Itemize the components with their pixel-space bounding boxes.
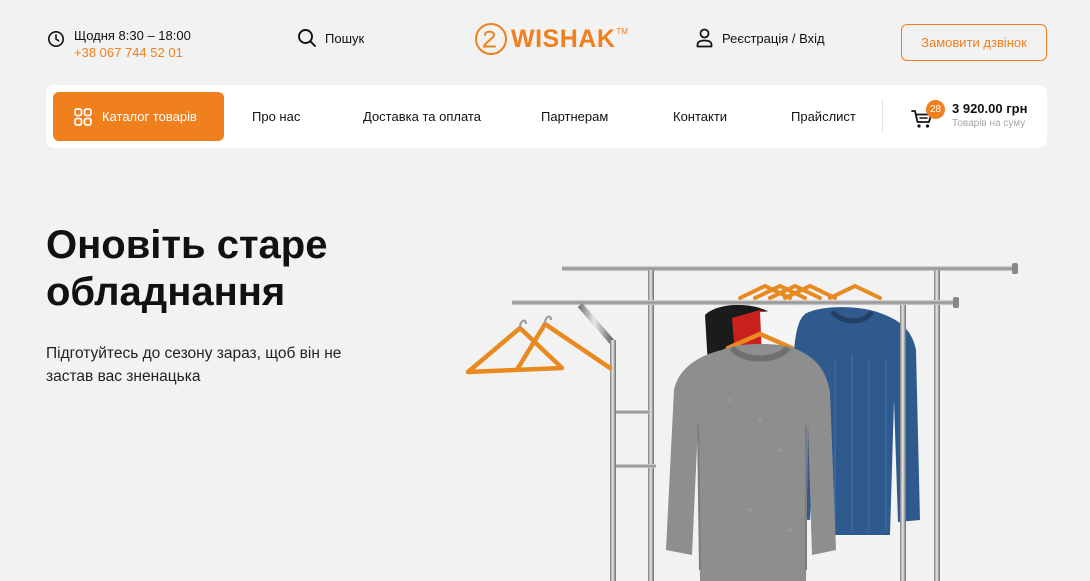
hero-title: Оновіть старе обладнання [46, 222, 426, 316]
catalog-button[interactable]: Каталог товарів [53, 92, 224, 141]
nav-item-about[interactable]: Про нас [252, 109, 300, 124]
search-icon [298, 29, 316, 47]
working-hours: Щодня 8:30 – 18:00 +38 067 744 52 01 [47, 28, 191, 61]
nav-item-partners[interactable]: Партнерам [541, 109, 608, 124]
auth-label: Реєстрація / Вхід [722, 30, 825, 46]
clothing-rack-image [465, 263, 1018, 581]
hero-subtitle: Підготуйтесь до сезону зараз, щоб він не… [46, 342, 376, 388]
catalog-label: Каталог товарів [102, 109, 197, 124]
logo-trademark: TM [616, 27, 628, 36]
hero-title-line2: обладнання [46, 270, 286, 314]
logo-text: WISHAK [511, 25, 616, 53]
main-nav: Каталог товарів Про нас Доставка та опла… [46, 85, 1047, 148]
phone-link[interactable]: +38 067 744 52 01 [74, 44, 191, 61]
hero-subtitle-line1: Підготуйтесь до сезону зараз, щоб він не [46, 345, 342, 362]
user-icon [696, 28, 713, 48]
nav-item-contacts[interactable]: Контакти [673, 109, 727, 124]
search-label: Пошук [325, 30, 365, 46]
request-call-button[interactable]: Замовити дзвінок [901, 24, 1047, 61]
cart-total: 3 920.00 грн [952, 101, 1028, 116]
top-bar: Щодня 8:30 – 18:00 +38 067 744 52 01 Пош… [0, 0, 1090, 80]
cart-total-label: Товарів на суму [952, 118, 1026, 129]
nav-divider [882, 100, 883, 133]
nav-item-pricelist[interactable]: Прайслист [791, 109, 856, 124]
search-button[interactable]: Пошук [297, 28, 364, 48]
clock-icon [47, 30, 65, 48]
logo[interactable]: WISHAK TM [474, 22, 628, 56]
logo-mark-icon [475, 23, 507, 55]
hours-text: Щодня 8:30 – 18:00 [74, 28, 191, 43]
cart-button[interactable]: 28 3 920.00 грн Товарів на суму [911, 99, 1041, 135]
cart-count-badge: 28 [926, 100, 945, 119]
auth-link[interactable]: Реєстрація / Вхід [696, 28, 825, 48]
nav-item-delivery[interactable]: Доставка та оплата [363, 109, 481, 124]
grid-icon [74, 107, 92, 126]
hero-title-line1: Оновіть старе [46, 223, 328, 267]
hero-subtitle-line2: застав вас зненацька [46, 368, 201, 385]
